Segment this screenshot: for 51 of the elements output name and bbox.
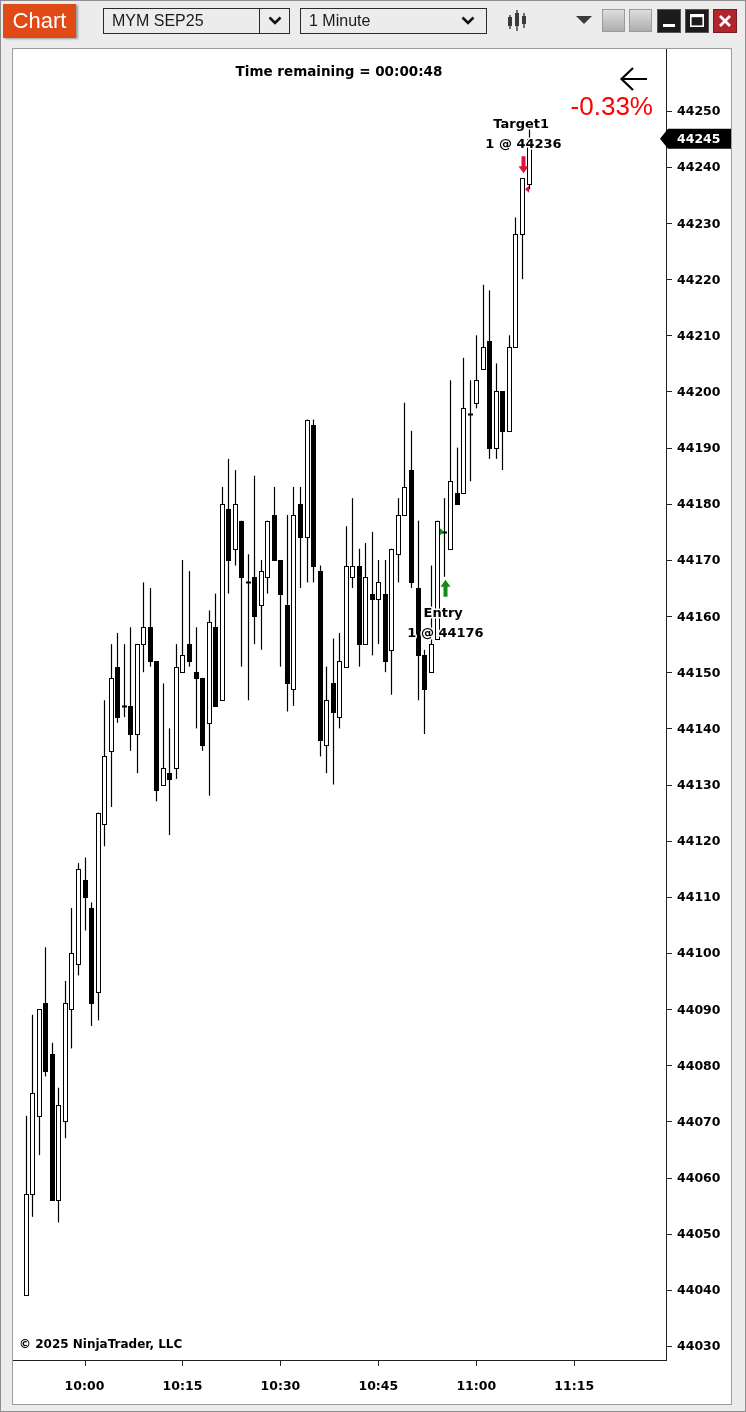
down-arrow-icon (518, 156, 529, 174)
time-axis-label: 11:00 (456, 1377, 497, 1393)
minimize-button[interactable] (657, 8, 681, 33)
price-axis-label: 44160 (677, 608, 721, 624)
time-axis-label: 10:30 (260, 1377, 301, 1393)
time-axis-label: 10:00 (64, 1377, 105, 1393)
interval-dropdown[interactable]: 1 Minute (300, 7, 487, 34)
price-axis-label: 44130 (677, 777, 721, 792)
price-axis-label: 44180 (677, 496, 721, 512)
price-axis-label: 44080 (677, 1057, 721, 1073)
price-axis-label: 44240 (677, 159, 721, 175)
price-axis-label: 44220 (677, 271, 721, 287)
time-axis-label: 10:45 (358, 1377, 399, 1393)
close-button[interactable] (713, 8, 737, 33)
chevron-down-icon (267, 16, 282, 25)
left-arrow-icon[interactable] (619, 66, 649, 92)
price-axis-label: 44150 (677, 664, 721, 680)
chevron-down-icon (461, 16, 475, 25)
price-axis-label: 44200 (677, 384, 721, 399)
price-axis-label: 44190 (677, 440, 721, 456)
price-axis-label: 44060 (677, 1170, 721, 1186)
triangle-marker-icon (440, 528, 444, 536)
title-tab[interactable]: Chart (3, 3, 76, 38)
up-arrow-icon (440, 579, 451, 597)
minimize-icon (663, 23, 675, 27)
instrument-dropdown[interactable]: MYM SEP25 (103, 7, 290, 34)
price-axis-label: 44070 (677, 1113, 721, 1129)
time-remaining-text: Time remaining = 00:00:48 (235, 63, 443, 79)
price-axis-label: 44120 (677, 833, 721, 849)
price-axis-label: 44050 (677, 1226, 721, 1242)
price-axis-label: 44210 (677, 327, 721, 343)
triangle-marker-icon (525, 185, 529, 193)
caret-down-icon[interactable] (576, 16, 592, 25)
price-axis-label: 44170 (677, 552, 721, 568)
price-axis-label: 44040 (677, 1282, 721, 1298)
price-axis-label: 44250 (677, 103, 721, 119)
time-axis-label: 10:15 (162, 1377, 203, 1393)
percent-change-text: -0.33% (570, 91, 653, 121)
copyright-text: © 2025 NinjaTrader, LLC (19, 1337, 183, 1351)
price-axis-label: 44030 (677, 1338, 721, 1354)
time-axis-label: 11:15 (554, 1377, 595, 1393)
price-axis-label: 44140 (677, 720, 721, 736)
maximize-button[interactable] (685, 8, 709, 33)
current-price-badge: 44245 (660, 128, 731, 149)
price-axis-label: 44230 (677, 215, 721, 231)
maximize-icon (690, 14, 704, 27)
price-axis-label: 44110 (677, 889, 721, 905)
price-axis-label: 44090 (677, 1001, 721, 1017)
close-icon (719, 14, 731, 27)
candlestick-icon[interactable] (506, 10, 528, 31)
price-axis-label: 44100 (677, 945, 721, 961)
